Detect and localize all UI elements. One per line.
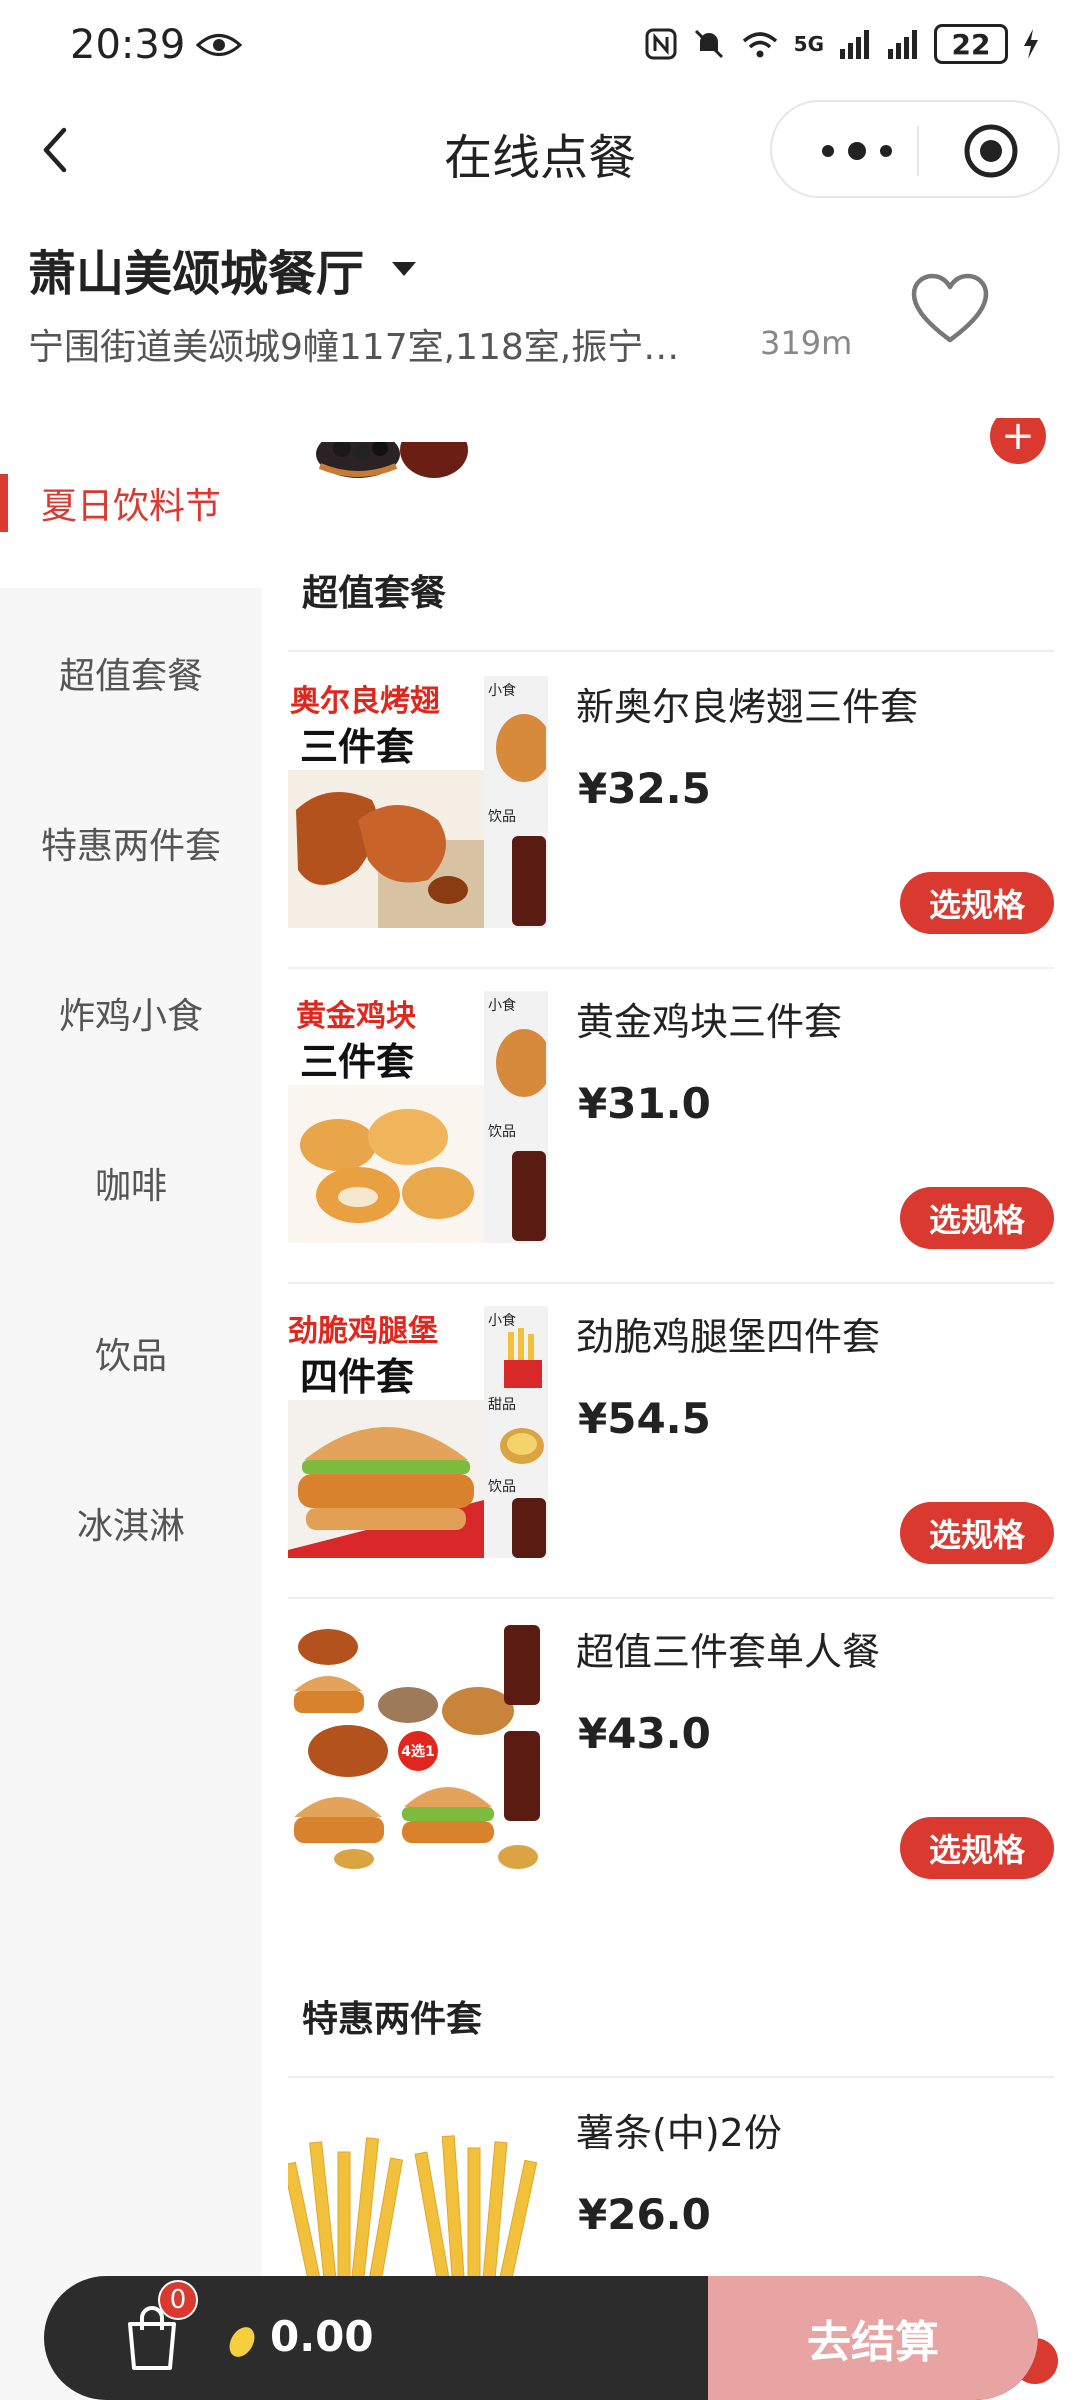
menu-item[interactable]: 奥尔良烤翅 三件套 小食 饮品 新奥尔良烤翅三件套 ¥32.5 选规格 bbox=[288, 654, 1054, 969]
checkout-button[interactable]: 去结算 bbox=[708, 2276, 1038, 2400]
sidebar-item-value-meals[interactable]: 超值套餐 bbox=[0, 588, 262, 758]
signal-icon-2 bbox=[888, 30, 917, 59]
fries-thumb bbox=[504, 1328, 542, 1388]
sidebar-item-label: 特惠两件套 bbox=[40, 826, 221, 867]
product-price: ¥54.5 bbox=[578, 1394, 711, 1443]
mute-bell-icon bbox=[694, 29, 723, 59]
product-image-title: 奥尔良烤翅 bbox=[290, 684, 440, 719]
status-bar: 20:39 5G 22 bbox=[0, 0, 1080, 90]
sidebar-item-ice-cream[interactable]: 冰淇淋 bbox=[0, 1438, 262, 1608]
bean-coin-icon bbox=[229, 2327, 255, 2357]
wifi-icon bbox=[742, 32, 777, 58]
cola-cup-thumb bbox=[512, 1151, 546, 1241]
drink-snack-thumbnail bbox=[312, 442, 472, 508]
product-name: 黄金鸡块三件套 bbox=[576, 1000, 843, 1044]
sidebar-item-drinks[interactable]: 饮品 bbox=[0, 1268, 262, 1438]
category-sidebar: 夏日饮料节 超值套餐 特惠两件套 炸鸡小食 咖啡 饮品 冰淇淋 bbox=[0, 418, 262, 2400]
signal-icon bbox=[840, 30, 869, 59]
fried-chicken-thumb bbox=[496, 714, 546, 782]
section-title-value-meals: 超值套餐 bbox=[302, 573, 447, 614]
store-address: 宁围街道美颂城9幢117室,118室,振宁… bbox=[28, 327, 680, 368]
title-bar: 在线点餐 bbox=[0, 90, 1080, 210]
cart-bar: 0 0.00 去结算 bbox=[44, 2276, 1038, 2400]
cart-count-badge: 0 bbox=[158, 2280, 198, 2320]
menu-item[interactable]: 黄金鸡块 三件套 小食 饮品 黄金鸡块三件套 ¥31.0 选规格 bbox=[288, 969, 1054, 1284]
product-name: 新奥尔良烤翅三件套 bbox=[576, 685, 919, 729]
product-price: ¥32.5 bbox=[578, 764, 711, 813]
product-image-tag: 小食 bbox=[488, 683, 516, 699]
product-name: 劲脆鸡腿堡四件套 bbox=[576, 1315, 881, 1359]
sidebar-item-label: 炸鸡小食 bbox=[58, 996, 203, 1037]
product-image-title: 劲脆鸡腿堡 bbox=[288, 1314, 438, 1349]
product-price: ¥43.0 bbox=[578, 1709, 711, 1758]
product-image-badge: 4选1 bbox=[401, 1744, 435, 1760]
section-title-two-piece: 特惠两件套 bbox=[302, 1999, 483, 2040]
mini-program-capsule bbox=[770, 100, 1060, 198]
section-divider bbox=[288, 2076, 1054, 2078]
status-icons: 5G 22 bbox=[644, 24, 1040, 64]
product-image: 劲脆鸡腿堡 四件套 小食 甜品 饮品 bbox=[288, 1306, 548, 1558]
dropdown-caret-icon[interactable] bbox=[392, 262, 416, 276]
fried-chicken-thumb bbox=[496, 1029, 546, 1097]
store-distance: 319m bbox=[760, 324, 853, 362]
sidebar-item-label: 冰淇淋 bbox=[76, 1506, 185, 1547]
chicken-nuggets-illustration bbox=[288, 1085, 484, 1243]
store-name[interactable]: 萧山美颂城餐厅 bbox=[28, 234, 364, 304]
egg-tart-thumb bbox=[500, 1428, 544, 1464]
select-options-button[interactable]: 选规格 bbox=[900, 1817, 1054, 1879]
menu-content: + 超值套餐 奥尔良烤翅 三件套 小食 饮品 新奥尔良烤翅三件套 ¥32.5 选… bbox=[262, 418, 1080, 2400]
select-options-button[interactable]: 选规格 bbox=[900, 1187, 1054, 1249]
capsule-divider bbox=[917, 126, 919, 176]
product-image-tag: 小食 bbox=[488, 998, 516, 1014]
battery-indicator: 22 bbox=[934, 24, 1008, 64]
select-options-button[interactable]: 选规格 bbox=[900, 1502, 1054, 1564]
status-time: 20:39 bbox=[70, 22, 186, 68]
nfc-icon bbox=[645, 28, 677, 60]
select-options-button[interactable]: 选规格 bbox=[900, 872, 1054, 934]
chicken-wings-illustration bbox=[288, 770, 484, 928]
product-image: 4选1 bbox=[288, 1621, 548, 1873]
network-type: 5G bbox=[793, 32, 824, 56]
product-name: 薯条(中)2份 bbox=[576, 2111, 782, 2155]
product-image-subtitle: 四件套 bbox=[300, 1355, 415, 1399]
sidebar-item-label: 夏日饮料节 bbox=[40, 486, 221, 527]
product-image-tag: 甜品 bbox=[488, 1397, 516, 1413]
product-image-subtitle: 三件套 bbox=[300, 1040, 415, 1084]
product-image-subtitle: 三件套 bbox=[300, 725, 415, 769]
sidebar-item-fried-chicken[interactable]: 炸鸡小食 bbox=[0, 928, 262, 1098]
cola-cup-thumb bbox=[512, 1498, 546, 1558]
product-image: 奥尔良烤翅 三件套 小食 饮品 bbox=[288, 676, 548, 928]
sidebar-item-label: 饮品 bbox=[94, 1336, 167, 1377]
product-name: 超值三件套单人餐 bbox=[576, 1630, 881, 1674]
section-divider bbox=[288, 650, 1054, 652]
product-image-tag: 小食 bbox=[488, 1313, 516, 1329]
add-to-cart-button[interactable]: + bbox=[990, 418, 1046, 464]
sidebar-item-two-piece[interactable]: 特惠两件套 bbox=[0, 758, 262, 928]
product-image: 黄金鸡块 三件套 小食 饮品 bbox=[288, 991, 548, 1243]
product-price: ¥26.0 bbox=[578, 2190, 711, 2239]
cart-total: 0.00 bbox=[270, 2312, 374, 2361]
chicken-burger-illustration bbox=[288, 1400, 484, 1558]
sidebar-item-summer-drinks[interactable]: 夏日饮料节 bbox=[0, 418, 262, 588]
menu-item[interactable]: 4选1 超值三件套单人餐 ¥43.0 选规格 bbox=[288, 1599, 1054, 1914]
close-miniprogram-icon[interactable] bbox=[962, 122, 1020, 180]
menu-item[interactable]: 劲脆鸡腿堡 四件套 小食 甜品 饮品 劲脆鸡腿堡四件套 ¥54.5 选规格 bbox=[288, 1284, 1054, 1599]
product-image-title: 黄金鸡块 bbox=[296, 999, 416, 1034]
product-price: ¥31.0 bbox=[578, 1079, 711, 1128]
more-icon[interactable] bbox=[812, 136, 902, 166]
product-image-tag: 饮品 bbox=[488, 809, 516, 825]
sidebar-item-label: 咖啡 bbox=[94, 1166, 167, 1207]
eye-icon bbox=[196, 34, 242, 56]
product-image-tag: 饮品 bbox=[488, 1479, 516, 1495]
sidebar-item-label: 超值套餐 bbox=[58, 656, 203, 697]
sidebar-item-coffee[interactable]: 咖啡 bbox=[0, 1098, 262, 1268]
charging-bolt-icon bbox=[1024, 29, 1038, 59]
cola-cup-thumb bbox=[512, 836, 546, 926]
favorite-heart-icon[interactable] bbox=[910, 272, 990, 346]
product-image-tag: 饮品 bbox=[488, 1124, 516, 1140]
